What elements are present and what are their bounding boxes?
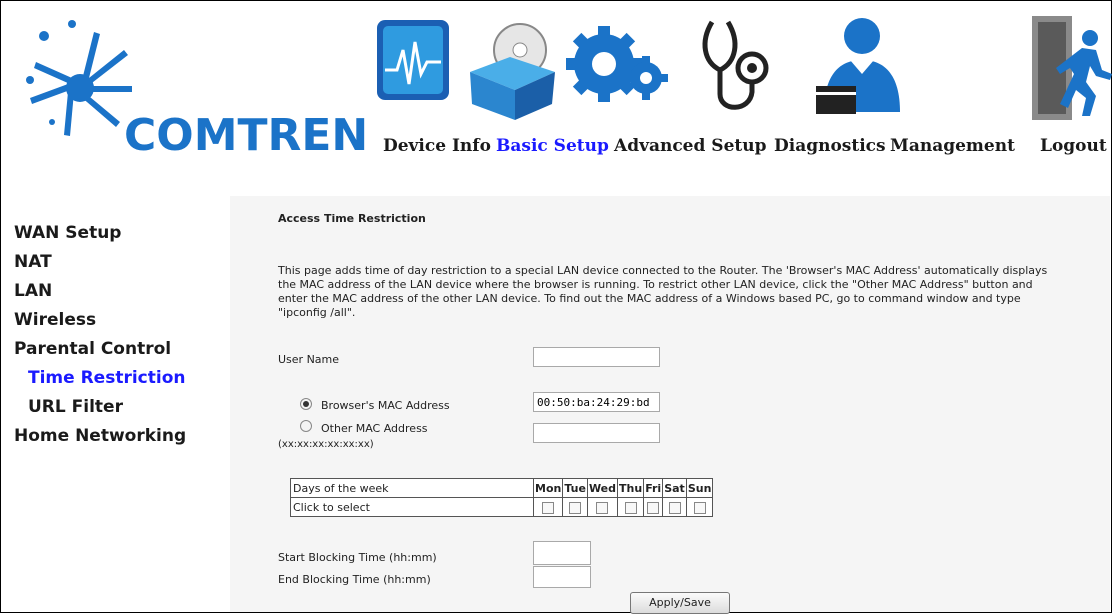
sidebar: WAN Setup NAT LAN Wireless Parental Cont… bbox=[14, 219, 224, 451]
sidebar-item-url-filter[interactable]: URL Filter bbox=[14, 393, 224, 422]
day-checkbox-sat[interactable] bbox=[668, 501, 681, 514]
browser-mac-input[interactable] bbox=[533, 392, 660, 412]
other-mac-format-hint: (xx:xx:xx:xx:xx:xx) bbox=[278, 439, 374, 450]
days-select-row: Click to select bbox=[290, 497, 714, 517]
user-name-label: User Name bbox=[278, 353, 340, 366]
page-title: Access Time Restriction bbox=[278, 212, 426, 225]
other-mac-radio[interactable] bbox=[300, 420, 312, 432]
comtrend-logo: COMTREND bbox=[26, 20, 372, 160]
day-checkbox-mon[interactable] bbox=[542, 501, 555, 514]
day-header-sun: Sun bbox=[685, 478, 714, 498]
sidebar-item-lan[interactable]: LAN bbox=[14, 277, 224, 306]
end-time-label: End Blocking Time (hh:mm) bbox=[278, 573, 431, 586]
day-header-sat: Sat bbox=[662, 478, 687, 498]
day-checkbox-wed[interactable] bbox=[596, 501, 609, 514]
nav-device-info[interactable]: Device Info bbox=[383, 136, 491, 156]
browser-mac-radio[interactable] bbox=[300, 398, 312, 410]
day-header-mon: Mon bbox=[532, 478, 564, 498]
days-select-label: Click to select bbox=[290, 497, 534, 517]
header: COMTREN Device Info Basic Setup Advanced… bbox=[0, 0, 1112, 195]
day-header-fri: Fri bbox=[643, 478, 664, 498]
sidebar-item-parental-control[interactable]: Parental Control bbox=[14, 335, 224, 364]
other-mac-label: Other MAC Address bbox=[321, 422, 428, 435]
user-briefcase-icon[interactable] bbox=[810, 12, 920, 126]
brand-name: COMTREND bbox=[124, 110, 372, 160]
end-time-input[interactable] bbox=[533, 566, 591, 588]
stethoscope-icon[interactable] bbox=[690, 12, 790, 126]
open-box-disc-icon[interactable] bbox=[460, 12, 560, 126]
exit-door-icon[interactable] bbox=[1030, 12, 1112, 126]
day-header-thu: Thu bbox=[617, 478, 645, 498]
days-table: Days of the week Mon Tue Wed Thu Fri Sat… bbox=[290, 478, 714, 517]
start-time-input[interactable] bbox=[533, 541, 591, 565]
nav-advanced-setup[interactable]: Advanced Setup bbox=[614, 136, 767, 156]
day-header-wed: Wed bbox=[586, 478, 619, 498]
sidebar-item-nat[interactable]: NAT bbox=[14, 248, 224, 277]
sidebar-item-wireless[interactable]: Wireless bbox=[14, 306, 224, 335]
days-header-label: Days of the week bbox=[290, 478, 534, 498]
other-mac-input[interactable] bbox=[533, 423, 660, 443]
user-name-input[interactable] bbox=[533, 347, 660, 367]
start-time-label: Start Blocking Time (hh:mm) bbox=[278, 551, 437, 564]
day-header-tue: Tue bbox=[562, 478, 588, 498]
content-panel: Access Time Restriction This page adds t… bbox=[230, 196, 1110, 614]
sidebar-item-wan-setup[interactable]: WAN Setup bbox=[14, 219, 224, 248]
day-checkbox-sun[interactable] bbox=[693, 501, 706, 514]
days-header-row: Days of the week Mon Tue Wed Thu Fri Sat… bbox=[290, 478, 714, 498]
nav-basic-setup[interactable]: Basic Setup bbox=[496, 136, 609, 156]
page-description: This page adds time of day restriction t… bbox=[278, 264, 1048, 319]
sidebar-item-time-restriction[interactable]: Time Restriction bbox=[14, 364, 224, 393]
gears-icon[interactable] bbox=[564, 12, 674, 126]
nav-management[interactable]: Management bbox=[890, 136, 1015, 156]
nav-logout[interactable]: Logout bbox=[1040, 136, 1107, 156]
monitor-graph-icon[interactable] bbox=[375, 12, 455, 126]
apply-save-button[interactable]: Apply/Save bbox=[630, 592, 730, 614]
sidebar-item-home-networking[interactable]: Home Networking bbox=[14, 422, 224, 451]
browser-mac-label: Browser's MAC Address bbox=[321, 399, 450, 412]
day-checkbox-tue[interactable] bbox=[569, 501, 582, 514]
day-checkbox-fri[interactable] bbox=[647, 501, 660, 514]
day-checkbox-thu[interactable] bbox=[624, 501, 637, 514]
nav-diagnostics[interactable]: Diagnostics bbox=[774, 136, 886, 156]
